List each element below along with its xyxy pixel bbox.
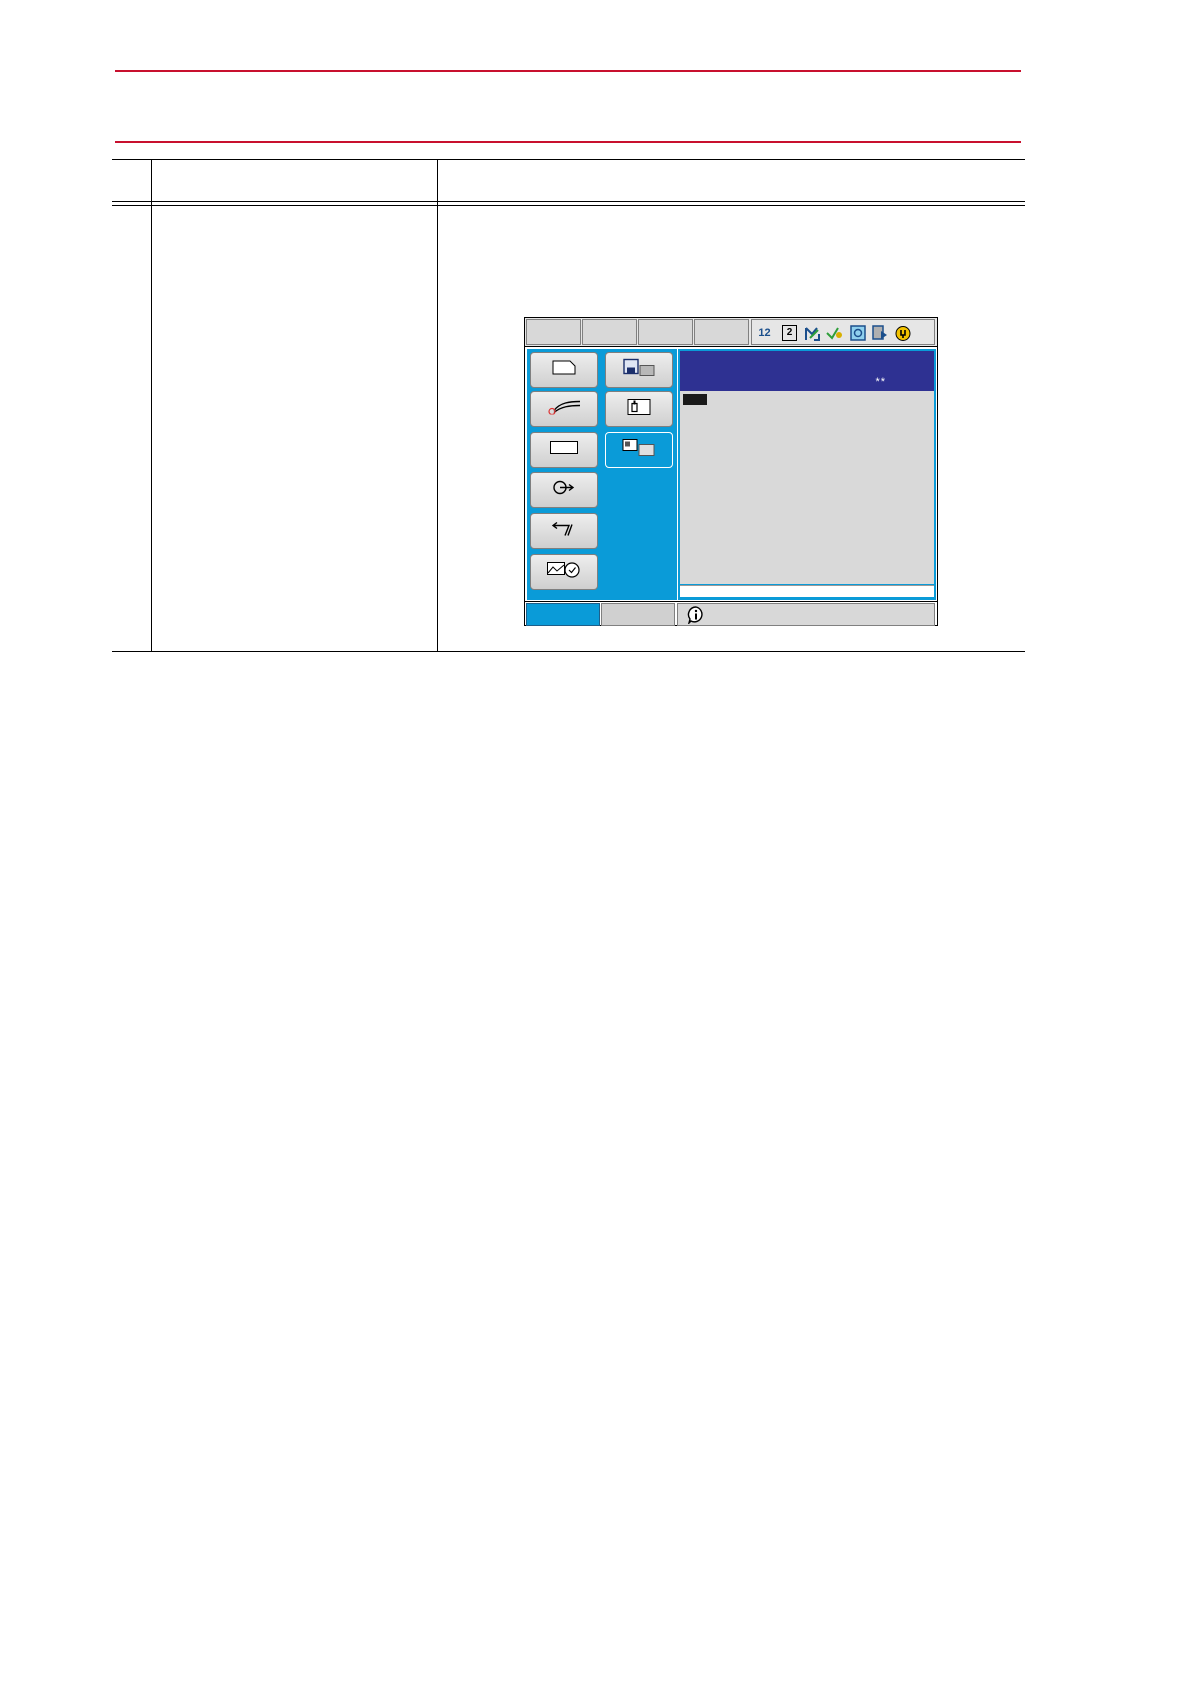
system-info-icon [547, 561, 581, 583]
table-header-divider-double [112, 205, 1025, 206]
content-header: ** [680, 351, 934, 391]
pendant-bottom-bar [525, 601, 937, 626]
header-rule-bottom [115, 141, 1021, 143]
digits-icon: 12 [758, 327, 771, 339]
header-rule-top [115, 70, 1021, 72]
file-save-icon [623, 358, 655, 382]
table-bottom-border [112, 651, 1025, 652]
page-two-icon: 2 [782, 325, 797, 341]
menu-item-arc-welding[interactable] [530, 391, 598, 427]
security-icon [895, 325, 911, 341]
simple-menu-button[interactable] [601, 603, 675, 626]
content-area: ** [678, 349, 936, 600]
menu-item-job[interactable] [530, 352, 598, 388]
play-icon [872, 325, 887, 341]
content-body[interactable] [680, 391, 934, 584]
input-line[interactable] [680, 585, 934, 597]
in-out-icon [553, 480, 575, 501]
menu-item-display-setup[interactable] [605, 432, 673, 468]
pendant-screen: 12 2 ** [524, 317, 938, 626]
arc-welding-icon [546, 399, 582, 420]
table-top-border [112, 159, 1025, 160]
edit-cursor [683, 394, 707, 405]
menu-item-setup[interactable] [605, 391, 673, 427]
menu-item-variable[interactable] [530, 432, 598, 468]
teach-icon [850, 325, 866, 341]
message-bar[interactable] [677, 603, 935, 626]
coord-icon [826, 325, 842, 341]
column-divider-operation [437, 159, 438, 651]
top-tab-data[interactable] [526, 319, 581, 345]
setup-icon [627, 398, 651, 421]
pendant-top-bar: 12 2 [525, 318, 937, 347]
info-icon [687, 606, 705, 626]
column-divider-step [151, 159, 152, 651]
robot-arm-icon [804, 325, 820, 341]
status-area: 12 2 [751, 319, 935, 345]
top-tab-utility[interactable] [694, 319, 749, 345]
menu-item-file-save[interactable] [605, 352, 673, 388]
menu-item-in-out[interactable] [530, 472, 598, 508]
robot-icon [551, 521, 577, 542]
main-menu-panel [527, 349, 677, 600]
header-marks: ** [875, 376, 886, 388]
table-header-divider [112, 201, 1025, 202]
top-tab-edit[interactable] [582, 319, 637, 345]
job-icon [552, 360, 576, 380]
menu-item-system-info[interactable] [530, 554, 598, 590]
display-setup-icon [622, 439, 656, 462]
menu-item-robot[interactable] [530, 513, 598, 549]
variable-icon [550, 441, 578, 459]
main-menu-button[interactable] [526, 603, 600, 626]
top-tab-display[interactable] [638, 319, 693, 345]
